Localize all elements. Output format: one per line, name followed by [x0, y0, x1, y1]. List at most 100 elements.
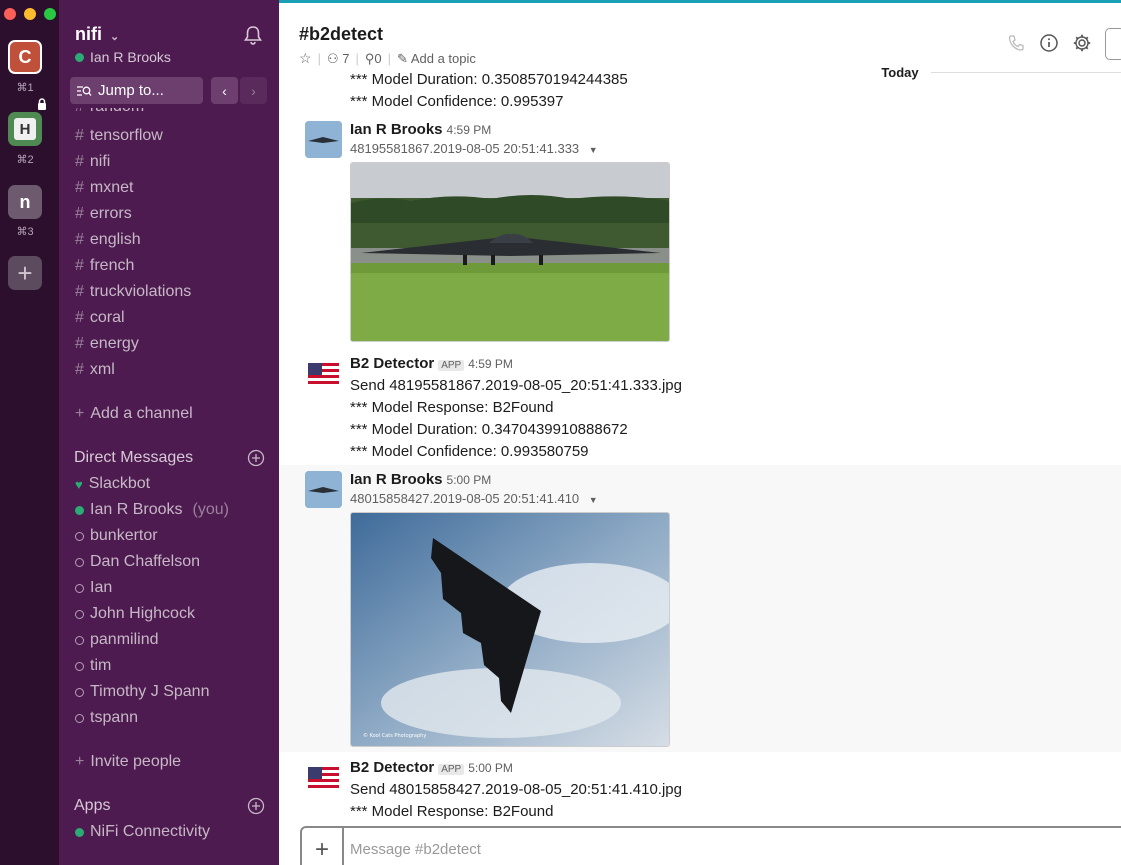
dm-item-tim[interactable]: tim — [75, 657, 111, 675]
message-line: *** Model Confidence: 0.993580759 — [350, 443, 589, 460]
file-name[interactable]: 48015858427.2019-08-05 20:51:41.410 ▼ — [350, 491, 598, 506]
message-time[interactable]: 5:00 PM — [447, 473, 492, 487]
message-line: *** Model Response: B2Found — [350, 399, 554, 416]
workspace-menu[interactable]: nifi ⌄ — [75, 24, 119, 45]
slack-app: C ⌘1 H ⌘2 n ⌘3 + nifi ⌄ Ian R Brooks Jum… — [0, 0, 1121, 865]
forward-button[interactable]: › — [240, 77, 267, 104]
pins-button[interactable]: ⚲0 — [365, 51, 382, 67]
dm-item-tspann[interactable]: tspann — [75, 709, 138, 727]
dm-item-slackbot[interactable]: ♥ Slackbot — [75, 475, 150, 493]
message-time[interactable]: 4:59 PM — [468, 357, 513, 371]
dm-item-panmilind[interactable]: panmilind — [75, 631, 158, 649]
add-topic-button[interactable]: ✎ Add a topic — [397, 51, 476, 67]
away-status-icon — [75, 557, 84, 567]
heart-icon: ♥ — [75, 476, 83, 492]
message-author[interactable]: B2 Detector APP 4:59 PM — [350, 355, 513, 372]
apps-header[interactable]: Apps — [74, 797, 110, 815]
hash-icon: # — [75, 205, 84, 222]
dm-name: Slackbot — [88, 475, 151, 492]
app-item-nifi-connectivity[interactable]: NiFi Connectivity — [75, 823, 210, 841]
dm-name: tspann — [90, 709, 139, 726]
bell-icon[interactable] — [242, 24, 264, 46]
back-button[interactable]: ‹ — [211, 77, 238, 104]
channel-item-coral[interactable]: # coral — [75, 309, 125, 327]
phone-icon[interactable] — [1006, 33, 1026, 53]
channel-item-truckviolations[interactable]: # truckviolations — [75, 283, 191, 301]
add-channel-button[interactable]: + Add a channel — [75, 405, 193, 423]
direct-messages-header[interactable]: Direct Messages — [74, 449, 193, 467]
message-line: Send 48015858427.2019-08-05_20:51:41.410… — [350, 781, 682, 798]
channel-item-xml[interactable]: # xml — [75, 361, 115, 379]
caret-down-icon[interactable]: ▼ — [589, 145, 598, 155]
dm-name: John Highcock — [90, 605, 195, 622]
channel-item-nifi[interactable]: # nifi — [75, 153, 110, 171]
caret-down-icon[interactable]: ▼ — [589, 495, 598, 505]
channel-name: xml — [89, 361, 115, 378]
workspace-h-button[interactable]: H — [8, 112, 42, 146]
star-icon[interactable]: ☆ — [299, 50, 312, 67]
image-runway-scene — [351, 163, 669, 341]
workspace-c-button[interactable]: C — [8, 40, 42, 74]
dm-item-timothy-j-spann[interactable]: Timothy J Spann — [75, 683, 209, 701]
b2-avatar-image — [305, 121, 342, 158]
message-time[interactable]: 5:00 PM — [468, 761, 513, 775]
channel-item-english[interactable]: # english — [75, 231, 141, 249]
channel-item-mxnet[interactable]: # mxnet — [75, 179, 133, 197]
gear-icon[interactable] — [1072, 33, 1092, 53]
add-dm-icon[interactable] — [247, 449, 265, 467]
b2-sky-image[interactable]: © Kool Cats Photography — [350, 512, 670, 747]
message-time[interactable]: 4:59 PM — [447, 123, 492, 137]
message-author[interactable]: Ian R Brooks 5:00 PM — [350, 471, 491, 488]
hash-icon: # — [75, 153, 84, 170]
message-input[interactable]: Message #b2detect — [350, 841, 481, 858]
channel-item-energy[interactable]: # energy — [75, 335, 139, 353]
channel-name: nifi — [89, 153, 111, 170]
message-line: *** Model Duration: 0.3508570194244385 — [350, 71, 628, 88]
members-button[interactable]: ⚇ 7 — [327, 51, 350, 67]
file-name[interactable]: 48195581867.2019-08-05 20:51:41.333 ▼ — [350, 141, 598, 156]
channel-item-french[interactable]: # french — [75, 257, 134, 275]
message-author[interactable]: B2 Detector APP 5:00 PM — [350, 759, 513, 776]
dm-item-ian-r-brooks[interactable]: Ian R Brooks (you) — [75, 501, 229, 519]
jump-to-button[interactable]: Jump to... — [70, 77, 203, 104]
app-avatar[interactable] — [305, 759, 342, 796]
channel-item-errors[interactable]: # errors — [75, 205, 132, 223]
hash-icon: # — [75, 231, 84, 248]
dm-item-bunkertor[interactable]: bunkertor — [75, 527, 158, 545]
add-workspace-button[interactable]: + — [8, 256, 42, 290]
dm-item-ian[interactable]: Ian — [75, 579, 112, 597]
dm-item-john-highcock[interactable]: John Highcock — [75, 605, 195, 623]
pin-count: 0 — [374, 50, 382, 66]
maximize-window-button[interactable] — [44, 8, 56, 20]
away-status-icon — [75, 609, 84, 619]
message-composer: + Message #b2detect — [300, 826, 1121, 865]
channel-name: mxnet — [89, 179, 134, 196]
plus-icon: + — [75, 753, 85, 770]
away-status-icon — [75, 713, 84, 723]
workspace-letter: C — [18, 46, 32, 67]
member-count: 7 — [342, 50, 350, 66]
dm-item-dan-chaffelson[interactable]: Dan Chaffelson — [75, 553, 200, 571]
app-avatar[interactable] — [305, 355, 342, 392]
workspace-n-button[interactable]: n — [8, 185, 42, 219]
avatar[interactable] — [305, 471, 342, 508]
b2-runway-image[interactable] — [350, 162, 670, 342]
hash-icon: # — [75, 127, 84, 144]
minimize-window-button[interactable] — [24, 8, 36, 20]
avatar[interactable] — [305, 121, 342, 158]
search-box[interactable] — [1105, 28, 1121, 60]
invite-people-button[interactable]: + Invite people — [75, 753, 181, 771]
channel-item-tensorflow[interactable]: # tensorflow — [75, 127, 163, 145]
message-author[interactable]: Ian R Brooks 4:59 PM — [350, 121, 491, 138]
attach-button[interactable]: + — [302, 828, 344, 865]
channel-title[interactable]: #b2detect — [299, 24, 383, 45]
channel-name: french — [89, 257, 135, 274]
date-divider: Today — [869, 65, 931, 80]
away-status-icon — [75, 531, 84, 541]
channel-name: errors — [89, 205, 132, 222]
plus-icon: + — [17, 257, 33, 288]
close-window-button[interactable] — [4, 8, 16, 20]
channel-name: truckviolations — [89, 283, 192, 300]
add-app-icon[interactable] — [247, 797, 265, 815]
info-icon[interactable] — [1039, 33, 1059, 53]
